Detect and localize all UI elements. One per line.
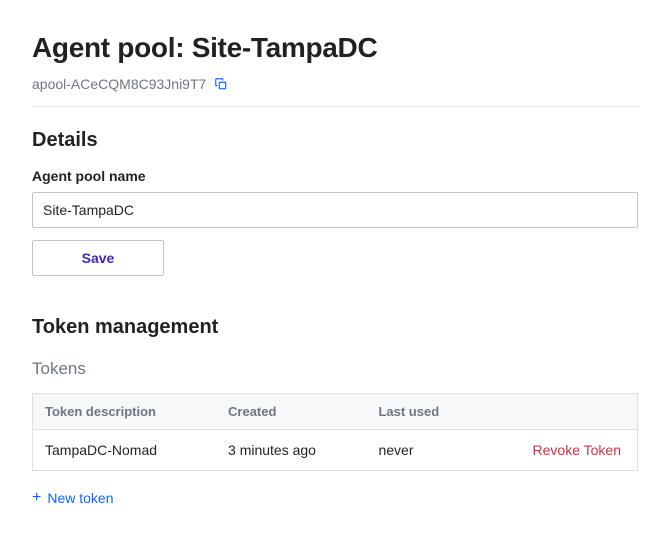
table-row: TampaDC-Nomad 3 minutes ago never Revoke…: [33, 430, 638, 471]
new-token-button[interactable]: + New token: [32, 490, 114, 506]
token-management-section: Token management Tokens Token descriptio…: [32, 316, 638, 507]
new-token-label: New token: [47, 490, 113, 506]
col-created: Created: [216, 394, 366, 430]
token-management-heading: Token management: [32, 316, 638, 339]
pool-id-row: apool-ACeCQM8C93Jni9T7: [32, 76, 638, 107]
pool-name-label: Agent pool name: [32, 168, 638, 184]
revoke-token-link[interactable]: Revoke Token: [533, 442, 621, 458]
details-heading: Details: [32, 129, 638, 152]
pool-id: apool-ACeCQM8C93Jni9T7: [32, 76, 206, 92]
cell-created: 3 minutes ago: [216, 430, 366, 471]
col-actions: [480, 394, 637, 430]
cell-last-used: never: [366, 430, 480, 471]
pool-name-input[interactable]: [32, 192, 638, 228]
plus-icon: +: [32, 490, 41, 506]
save-button[interactable]: Save: [32, 240, 164, 276]
details-section: Details Agent pool name Save: [32, 129, 638, 276]
page-title: Agent pool: Site-TampaDC: [32, 32, 638, 64]
copy-icon[interactable]: [214, 77, 228, 91]
cell-description: TampaDC-Nomad: [33, 430, 217, 471]
tokens-table: Token description Created Last used Tamp…: [32, 393, 638, 471]
col-description: Token description: [33, 394, 217, 430]
title-pool-name: Site-TampaDC: [192, 32, 378, 63]
col-last-used: Last used: [366, 394, 480, 430]
title-prefix: Agent pool:: [32, 32, 192, 63]
cell-revoke: Revoke Token: [480, 430, 637, 471]
tokens-sub-heading: Tokens: [32, 359, 638, 379]
